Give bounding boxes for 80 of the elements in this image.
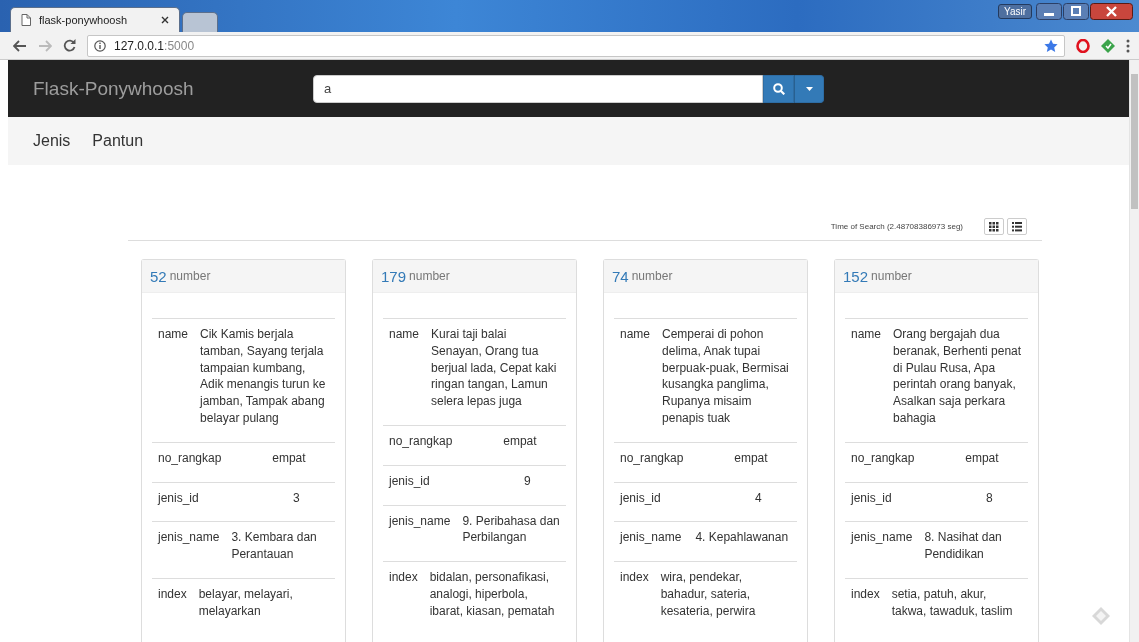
field-value: 9. Peribahasa dan Perbilangan	[456, 505, 566, 562]
field-name: jenis_id	[152, 482, 288, 522]
grid-view-button[interactable]	[984, 218, 1004, 235]
menu-link[interactable]: Jenis	[33, 132, 71, 150]
field-name: jenis_id	[383, 465, 519, 505]
result-number: 152	[843, 267, 869, 285]
page-icon	[21, 14, 31, 26]
scrollbar[interactable]	[1129, 60, 1139, 642]
field-value: Orang bergajah dua beranak, Berhenti penat di Pulau Rusa, Apa perintah orang banyak, Asalkan saja perkara bahagia	[887, 318, 1028, 442]
field-value: 4. Kepahlawanan	[689, 521, 797, 562]
field-name: jenis_name	[152, 521, 226, 578]
number-label: number	[631, 269, 673, 283]
back-icon[interactable]	[13, 39, 27, 52]
field-name: jenis_name	[383, 505, 457, 562]
result-number: 74	[612, 267, 629, 285]
field-name: no_rangkap	[152, 442, 267, 482]
field-value: empat	[266, 442, 335, 482]
field-value: empat	[497, 425, 566, 465]
field-name: index	[152, 578, 193, 635]
field-name: name	[152, 318, 195, 442]
field-value: setia, patuh, akur, takwa, tawaduk, taslim	[885, 578, 1028, 635]
reload-icon[interactable]	[63, 39, 76, 52]
list-icon	[1012, 221, 1022, 232]
url-host: 127.0.0.1	[114, 38, 165, 53]
field-value: Kurai taji balai Senayan, Orang tua berjual lada, Cepat kaki ringan tangan, Lamun selera lepas juga	[425, 318, 566, 425]
search-icon	[772, 82, 785, 95]
field-name: index	[614, 561, 655, 635]
close-icon[interactable]	[1090, 3, 1133, 20]
brand-link[interactable]: Flask-Ponywhoosh	[33, 77, 313, 100]
info-icon	[94, 39, 106, 52]
field-value: 4	[749, 482, 797, 522]
list-view-button[interactable]	[1007, 218, 1027, 235]
field-value: 8. Nasihat dan Pendidikan	[918, 521, 1028, 578]
field-value: belayar, melayari, melayarkan	[192, 578, 335, 635]
field-name: jenis_id	[614, 482, 750, 522]
field-value: 8	[980, 482, 1028, 522]
scrollbar-thumb[interactable]	[1131, 74, 1138, 209]
search-time: Time of Search (2.48708386973 seg)	[830, 222, 963, 231]
maximize-icon[interactable]	[1063, 3, 1089, 20]
address-bar[interactable]: 127.0.0.1:5000	[87, 34, 1065, 57]
browser-tab[interactable]	[182, 12, 218, 32]
field-name: jenis_name	[614, 521, 690, 562]
field-name: name	[614, 318, 657, 442]
field-name: name	[383, 318, 426, 425]
field-name: no_rangkap	[845, 442, 960, 482]
caret-icon	[805, 86, 813, 91]
field-value: Cemperai di pohon delima, Anak tupai berpuak-puak, Bermisai kusangka panglima, Rupanya misaim penapis tuak	[656, 318, 797, 442]
close-icon[interactable]	[161, 16, 169, 24]
minimize-icon[interactable]	[1036, 3, 1062, 20]
field-value: wira, pendekar, bahadur, sateria, kesateria, perwira	[654, 561, 797, 635]
field-name: no_rangkap	[614, 442, 729, 482]
user-badge[interactable]: Yasir	[997, 4, 1032, 19]
menu-icon[interactable]	[1126, 38, 1130, 53]
field-name: no_rangkap	[383, 425, 498, 465]
tab-title: flask-ponywhoosh	[39, 14, 129, 26]
number-label: number	[409, 269, 450, 283]
search-button[interactable]	[763, 74, 794, 103]
field-name: index	[845, 578, 886, 635]
field-name: jenis_name	[845, 521, 919, 578]
field-name: index	[383, 561, 424, 635]
field-value: 3. Kembara dan Perantauan	[225, 521, 335, 578]
number-label: number	[871, 269, 912, 283]
field-name: jenis_id	[845, 482, 981, 522]
field-value: bidalan, personafikasi, analogi, hiperbola, ibarat, kiasan, pematah	[423, 561, 566, 635]
menu-link[interactable]: Pantun	[92, 132, 144, 150]
grid-icon	[989, 221, 999, 232]
field-value: 3	[287, 482, 335, 522]
field-value: Cik Kamis berjala tamban, Sayang terjala tampaian kumbang, Adik menangis turun ke jamban, Tampak abang belayar pulang	[194, 318, 335, 442]
browser-tab[interactable]: flask-ponywhoosh	[10, 7, 180, 32]
result-number: 52	[150, 267, 167, 285]
field-name: name	[845, 318, 888, 442]
result-number: 179	[381, 267, 407, 285]
url-port: :5000	[164, 38, 195, 53]
field-value: 9	[518, 465, 566, 505]
search-field[interactable]: a	[313, 74, 763, 103]
dropdown-button[interactable]	[794, 74, 824, 103]
field-value: empat	[728, 442, 797, 482]
number-label: number	[169, 269, 211, 283]
field-value: empat	[959, 442, 1028, 482]
star-icon[interactable]	[1044, 38, 1058, 53]
